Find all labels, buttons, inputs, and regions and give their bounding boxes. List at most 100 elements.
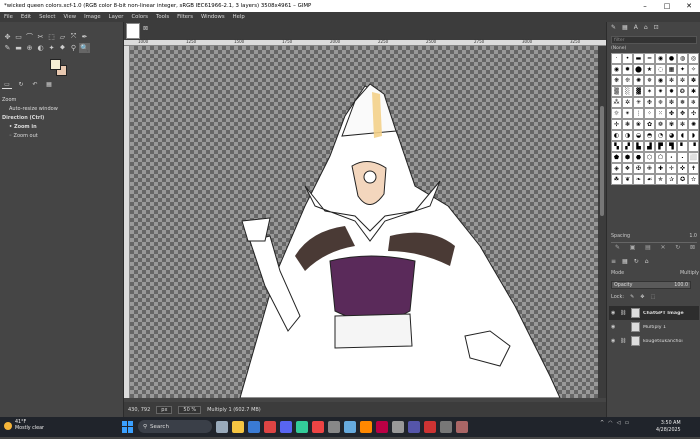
battery-icon[interactable]: ▭ [624,420,629,426]
menu-tools[interactable]: Tools [152,14,173,20]
taskbar-app-icon[interactable] [248,420,260,433]
warp-tool-icon[interactable]: ⤧ [68,32,79,42]
device-status-tab-icon[interactable]: ↻ [16,81,26,89]
new-brush-icon[interactable]: ▣ [630,244,636,251]
unit-select[interactable]: px [156,405,173,414]
brush-tile[interactable]: ✯ [655,174,666,185]
image-canvas[interactable] [130,46,598,398]
brush-tile[interactable]: ⬟ [611,152,622,163]
brush-tile[interactable]: ❈ [655,97,666,108]
brush-tile[interactable]: ◑ [622,130,633,141]
brush-tile[interactable]: ✝ [688,163,699,174]
brush-spacing[interactable]: Spacing 1.0 [611,234,697,239]
brush-tile[interactable]: ❖ [622,163,633,174]
color-swatches[interactable] [50,59,68,77]
brush-tile[interactable]: ▙ [633,141,644,152]
menu-windows[interactable]: Windows [197,14,229,20]
undo-history-tab-icon[interactable]: ↶ [30,81,40,89]
paths-tab-icon[interactable]: ↻ [634,258,639,265]
move-tool-icon[interactable]: ✥ [2,32,13,42]
brush-tile[interactable]: ▘ [677,141,688,152]
mode-select[interactable]: Multiply [680,271,699,276]
brush-tile[interactable]: ▞ [622,141,633,152]
taskbar-app-icon[interactable] [360,420,372,433]
transform-tool-icon[interactable]: ▱ [57,32,68,42]
brush-tile[interactable]: ❦ [622,174,633,185]
bucket-fill-tool-icon[interactable]: ⬥ [57,43,68,53]
brush-tile[interactable]: ◉ [655,75,666,86]
menu-help[interactable]: Help [229,14,249,20]
lock-alpha-icon[interactable]: ⬚ [651,294,656,300]
menu-image[interactable]: Image [80,14,105,20]
brush-tile[interactable]: ✙ [644,163,655,174]
brush-tile[interactable]: ✠ [633,163,644,174]
brush-tile[interactable]: ✣ [688,108,699,119]
layers-tab-icon[interactable]: ≡ [611,258,616,265]
brush-tile[interactable]: ✛ [666,163,677,174]
brush-tile[interactable]: ⬢ [622,152,633,163]
brush-tile[interactable]: ❁ [655,119,666,130]
brush-tile[interactable]: ✷ [655,86,666,97]
duplicate-brush-icon[interactable]: ▤ [645,244,651,251]
brush-tile[interactable]: ◒ [633,130,644,141]
refresh-brushes-icon[interactable]: ↻ [675,244,680,251]
menu-colors[interactable]: Colors [127,14,152,20]
brush-tile[interactable]: ✤ [666,108,677,119]
brush-tile[interactable]: ● [666,53,677,64]
brush-tile[interactable]: ◗ [688,130,699,141]
vertical-scrollbar[interactable] [598,46,606,398]
image-tab-close-icon[interactable]: ⊠ [143,25,148,32]
layer-mode[interactable]: Mode Multiply [611,271,699,276]
brush-tile[interactable]: ◌ [655,64,666,75]
brush-tile[interactable]: ❉ [644,97,655,108]
taskbar-app-icon[interactable] [296,420,308,433]
eye-icon[interactable]: ◉ [611,324,617,330]
brush-tile[interactable]: ✽ [688,75,699,86]
layer-name[interactable]: kougetsukanchoi [643,339,683,344]
scissors-tool-icon[interactable]: ✂ [35,32,46,42]
brush-tile[interactable]: ▜ [666,141,677,152]
brush-grid[interactable]: · • ▬ ━ ◉ ● ◍ ◎ ◉ ✹ ⬤ ★ ◌ ▦ ✦ ✧ ❋ ❊ ✺ ✵ ◉ ✻ ✼ ✽ ▒ ░ ▓ ✶ ✷ ✸ ❂ ✱ ⁂ ✲ ✳ ❉… [611,53,699,185]
brush-tile[interactable]: ▟ [644,141,655,152]
minimize-button[interactable]: – [634,2,656,10]
layer-row[interactable]: ◉ Multiply 1 [609,320,699,334]
auto-resize-checkbox[interactable]: Auto-resize window [2,105,122,114]
chain-icon[interactable]: ⛓ [620,338,628,344]
edit-brush-icon[interactable]: ✎ [615,244,620,251]
opacity-slider[interactable]: Opacity 100.0 [611,281,691,289]
taskbar-app-icon[interactable] [216,420,228,433]
wifi-icon[interactable]: ◠ [608,420,612,426]
brush-tile[interactable]: ✫ [688,174,699,185]
document-history-tab-icon[interactable]: ⌂ [644,24,648,31]
zoom-out-radio[interactable]: ◦ Zoom out [2,132,122,141]
brush-tile[interactable]: ✪ [677,174,688,185]
clone-tool-icon[interactable]: ⊕ [24,43,35,53]
brush-tile[interactable]: ⋮ [633,108,644,119]
clock[interactable]: 3:50 AM 4/28/2025 [656,420,681,434]
brush-tile[interactable]: · [611,53,622,64]
crop-tool-icon[interactable]: ⬚ [46,32,57,42]
layer-row[interactable]: ◉ ⛓ ChatGPT Image [609,306,699,320]
undo-tab-icon[interactable]: ⌂ [645,258,649,265]
tool-options-tab-icon[interactable]: ▭ [2,81,12,89]
brush-tile[interactable]: ✥ [677,108,688,119]
fonts-tab-icon[interactable]: A [634,24,638,31]
brush-tile[interactable]: ▝ [688,141,699,152]
brush-tile[interactable]: ❋ [611,75,622,86]
menu-file[interactable]: File [0,14,17,20]
free-select-tool-icon[interactable]: ⌒ [24,32,35,42]
brush-tile[interactable]: ✾ [666,119,677,130]
brush-tile[interactable]: ⬣ [633,152,644,163]
brush-tile[interactable]: ◔ [655,130,666,141]
brush-tile[interactable]: ◖ [677,130,688,141]
brush-tile[interactable]: ✸ [666,86,677,97]
lock-position-icon[interactable]: ✥ [640,294,644,300]
eye-icon[interactable]: ◉ [611,310,617,316]
brush-tile[interactable]: ✱ [688,86,699,97]
chain-icon[interactable]: ⛓ [620,310,628,316]
open-brush-icon[interactable]: ⊠ [690,244,695,251]
brush-tile[interactable]: ✻ [677,119,688,130]
brush-tile[interactable]: ★ [644,64,655,75]
layer-row[interactable]: ◉ ⛓ kougetsukanchoi [609,334,699,348]
brush-tile[interactable]: ⬡ [644,152,655,163]
